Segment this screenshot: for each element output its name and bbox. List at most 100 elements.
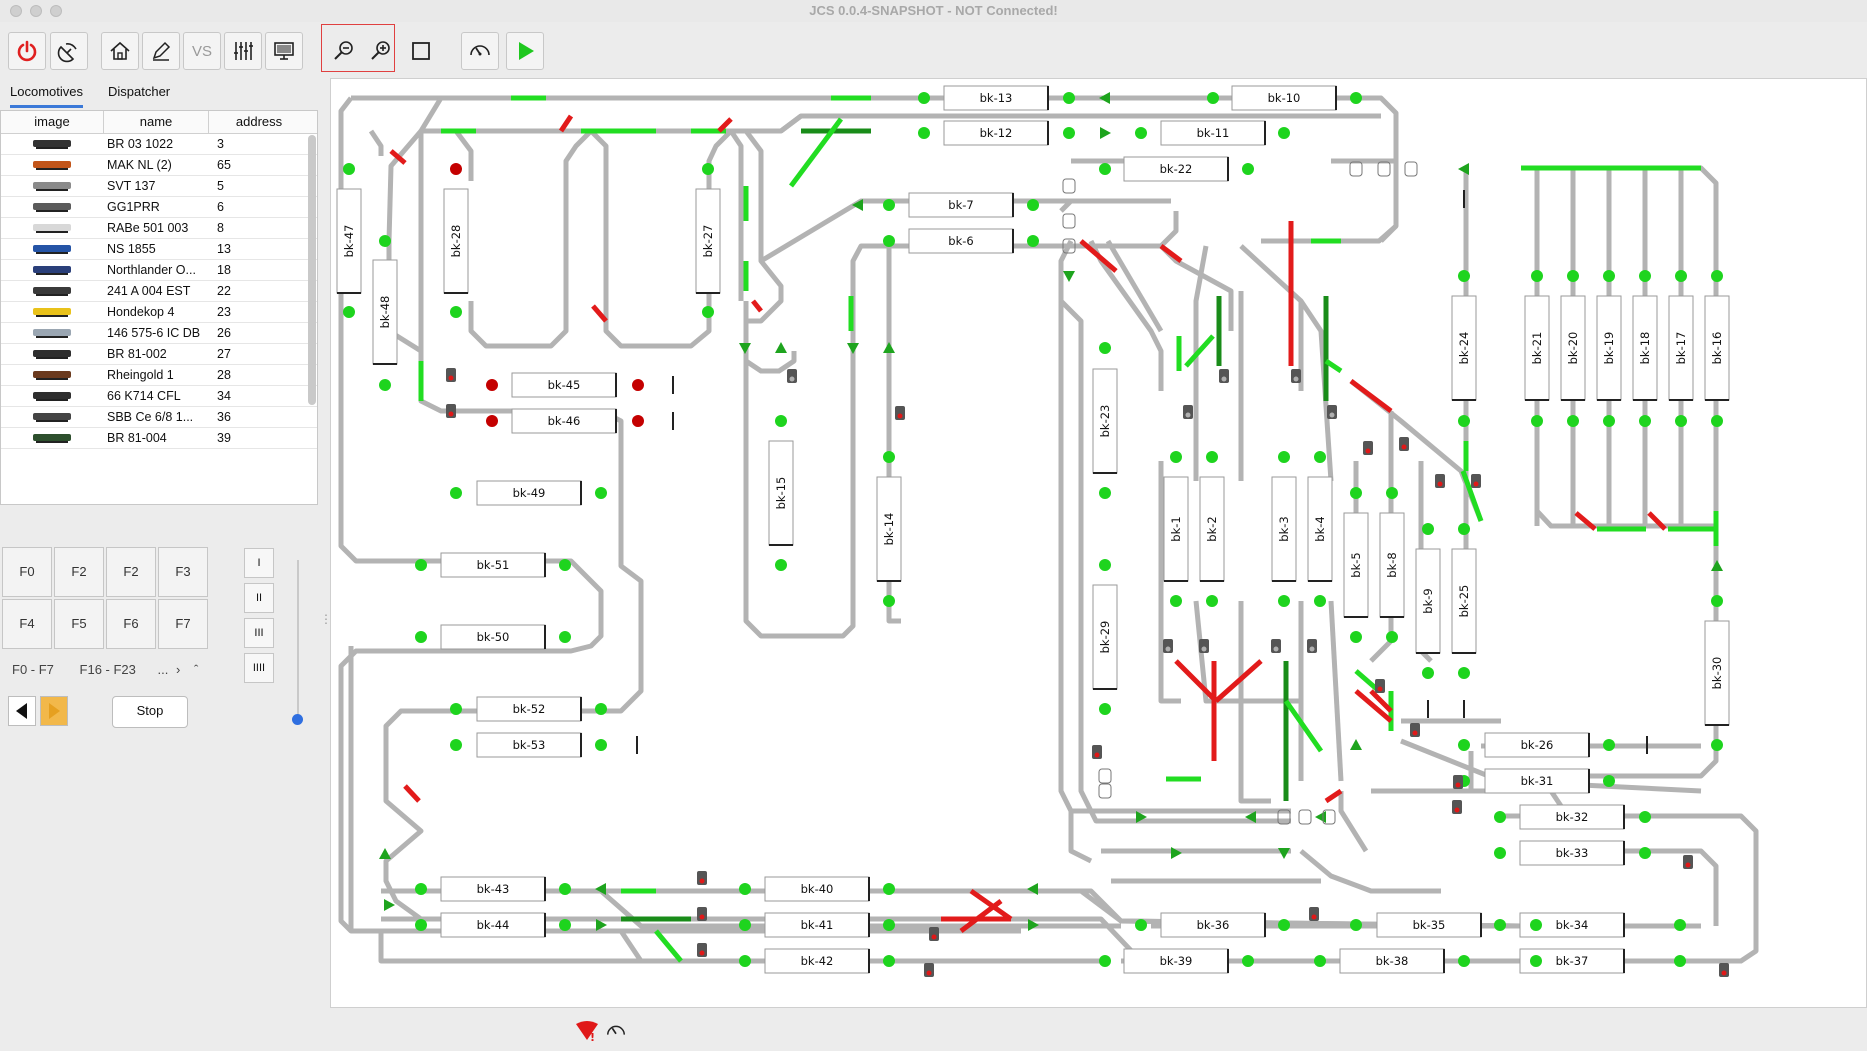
block-bk53[interactable]: bk-53: [476, 732, 582, 758]
block-bk27[interactable]: bk-27: [695, 188, 721, 294]
signal-light[interactable]: [1165, 646, 1171, 652]
block-bk1[interactable]: bk-1: [1163, 476, 1189, 582]
block-bk2[interactable]: bk-2: [1199, 476, 1225, 582]
table-row[interactable]: SBB Ce 6/8 1... 36: [1, 407, 317, 428]
block-bk3[interactable]: bk-3: [1271, 476, 1297, 582]
block-bk39[interactable]: bk-39: [1123, 948, 1229, 974]
table-row[interactable]: GG1PRR 6: [1, 197, 317, 218]
stop-square-button[interactable]: [402, 32, 440, 70]
column-header-name[interactable]: name: [104, 111, 209, 133]
function-key[interactable]: F3: [158, 547, 208, 597]
signal-light[interactable]: [1201, 646, 1207, 652]
block-bk24[interactable]: bk-24: [1451, 295, 1477, 401]
signal-light[interactable]: [448, 411, 454, 417]
function-key[interactable]: F5: [54, 599, 104, 649]
block-bk26[interactable]: bk-26: [1484, 732, 1590, 758]
block-bk22[interactable]: bk-22: [1123, 156, 1229, 182]
signal-light[interactable]: [1455, 782, 1461, 788]
table-row[interactable]: BR 81-004 39: [1, 428, 317, 449]
stop-button[interactable]: Stop: [112, 696, 188, 728]
signal-light[interactable]: [1473, 481, 1479, 487]
block-bk7[interactable]: bk-7: [908, 192, 1014, 218]
signal-light[interactable]: [1721, 970, 1727, 976]
block-bk11[interactable]: bk-11: [1160, 120, 1266, 146]
signal-light[interactable]: [1311, 914, 1317, 920]
signal-light[interactable]: [1273, 646, 1279, 652]
block-bk40[interactable]: bk-40: [764, 876, 870, 902]
table-row[interactable]: RABe 501 003 8: [1, 218, 317, 239]
signal-light[interactable]: [789, 376, 795, 382]
monitor-button[interactable]: [265, 32, 303, 70]
block-bk38[interactable]: bk-38: [1339, 948, 1445, 974]
speed-slider-track[interactable]: [297, 560, 299, 720]
autopilot-button[interactable]: [461, 32, 499, 70]
table-row[interactable]: MAK NL (2) 65: [1, 155, 317, 176]
table-row[interactable]: Hondekop 4 23: [1, 302, 317, 323]
block-bk47[interactable]: bk-47: [336, 188, 362, 294]
signal-light[interactable]: [1221, 376, 1227, 382]
block-bk8[interactable]: bk-8: [1379, 512, 1405, 618]
block-bk30[interactable]: bk-30: [1704, 620, 1730, 726]
function-key[interactable]: F2: [106, 547, 156, 597]
signal-light[interactable]: [931, 934, 937, 940]
edit-button[interactable]: [142, 32, 180, 70]
block-bk17[interactable]: bk-17: [1668, 295, 1694, 401]
block-bk16[interactable]: bk-16: [1704, 295, 1730, 401]
track-layout-canvas[interactable]: bk-13 bk-10 bk-12 bk-11 bk-22 bk-7 bk-6 bk-45 bk…: [330, 78, 1867, 1008]
table-row[interactable]: Northlander O... 18: [1, 260, 317, 281]
signal-light[interactable]: [1685, 862, 1691, 868]
table-row[interactable]: BR 03 1022 3: [1, 134, 317, 155]
block-bk20[interactable]: bk-20: [1560, 295, 1586, 401]
cab-button-3[interactable]: III: [244, 618, 274, 648]
power-button[interactable]: [8, 32, 46, 70]
function-key[interactable]: F4: [2, 599, 52, 649]
block-bk46[interactable]: bk-46: [511, 408, 617, 434]
signal-light[interactable]: [926, 970, 932, 976]
cab-button-1[interactable]: I: [244, 548, 274, 578]
block-bk49[interactable]: bk-49: [476, 480, 582, 506]
function-key[interactable]: F0: [2, 547, 52, 597]
block-bk41[interactable]: bk-41: [764, 912, 870, 938]
block-bk19[interactable]: bk-19: [1596, 295, 1622, 401]
block-bk36[interactable]: bk-36: [1160, 912, 1266, 938]
block-bk43[interactable]: bk-43: [440, 876, 546, 902]
signal-light[interactable]: [699, 914, 705, 920]
block-bk6[interactable]: bk-6: [908, 228, 1014, 254]
column-header-image[interactable]: image: [1, 111, 104, 133]
signal-light[interactable]: [1437, 481, 1443, 487]
settings-button[interactable]: [224, 32, 262, 70]
signal-light[interactable]: [1309, 646, 1315, 652]
table-row[interactable]: BR 81-002 27: [1, 344, 317, 365]
cab-button-2[interactable]: II: [244, 583, 274, 613]
block-bk48[interactable]: bk-48: [372, 259, 398, 365]
table-row[interactable]: 66 K714 CFL 34: [1, 386, 317, 407]
chevron-up-icon[interactable]: ˆ: [194, 662, 198, 677]
block-bk31[interactable]: bk-31: [1484, 768, 1590, 794]
table-scrollbar[interactable]: [308, 135, 316, 405]
block-bk50[interactable]: bk-50: [440, 624, 546, 650]
block-bk13[interactable]: bk-13: [943, 85, 1049, 111]
block-bk15[interactable]: bk-15: [768, 440, 794, 546]
block-bk25[interactable]: bk-25: [1451, 548, 1477, 654]
disconnect-button[interactable]: [50, 32, 88, 70]
signal-light[interactable]: [1401, 444, 1407, 450]
block-bk35[interactable]: bk-35: [1376, 912, 1482, 938]
vs-button[interactable]: VS: [183, 32, 221, 70]
signal-light[interactable]: [699, 950, 705, 956]
block-bk45[interactable]: bk-45: [511, 372, 617, 398]
block-bk23[interactable]: bk-23: [1092, 368, 1118, 474]
block-bk42[interactable]: bk-42: [764, 948, 870, 974]
signal-light[interactable]: [1377, 686, 1383, 692]
table-row[interactable]: Rheingold 1 28: [1, 365, 317, 386]
signal-light[interactable]: [1365, 448, 1371, 454]
tab-dispatcher[interactable]: Dispatcher: [108, 84, 170, 99]
signal-light[interactable]: [1185, 412, 1191, 418]
fgroup-tab-more[interactable]: ...: [158, 662, 169, 677]
block-bk33[interactable]: bk-33: [1519, 840, 1625, 866]
block-bk51[interactable]: bk-51: [440, 552, 546, 578]
signal-light[interactable]: [1329, 412, 1335, 418]
block-bk29[interactable]: bk-29: [1092, 584, 1118, 690]
signal-light[interactable]: [1454, 807, 1460, 813]
cab-button-4[interactable]: IIII: [244, 653, 274, 683]
block-bk4[interactable]: bk-4: [1307, 476, 1333, 582]
